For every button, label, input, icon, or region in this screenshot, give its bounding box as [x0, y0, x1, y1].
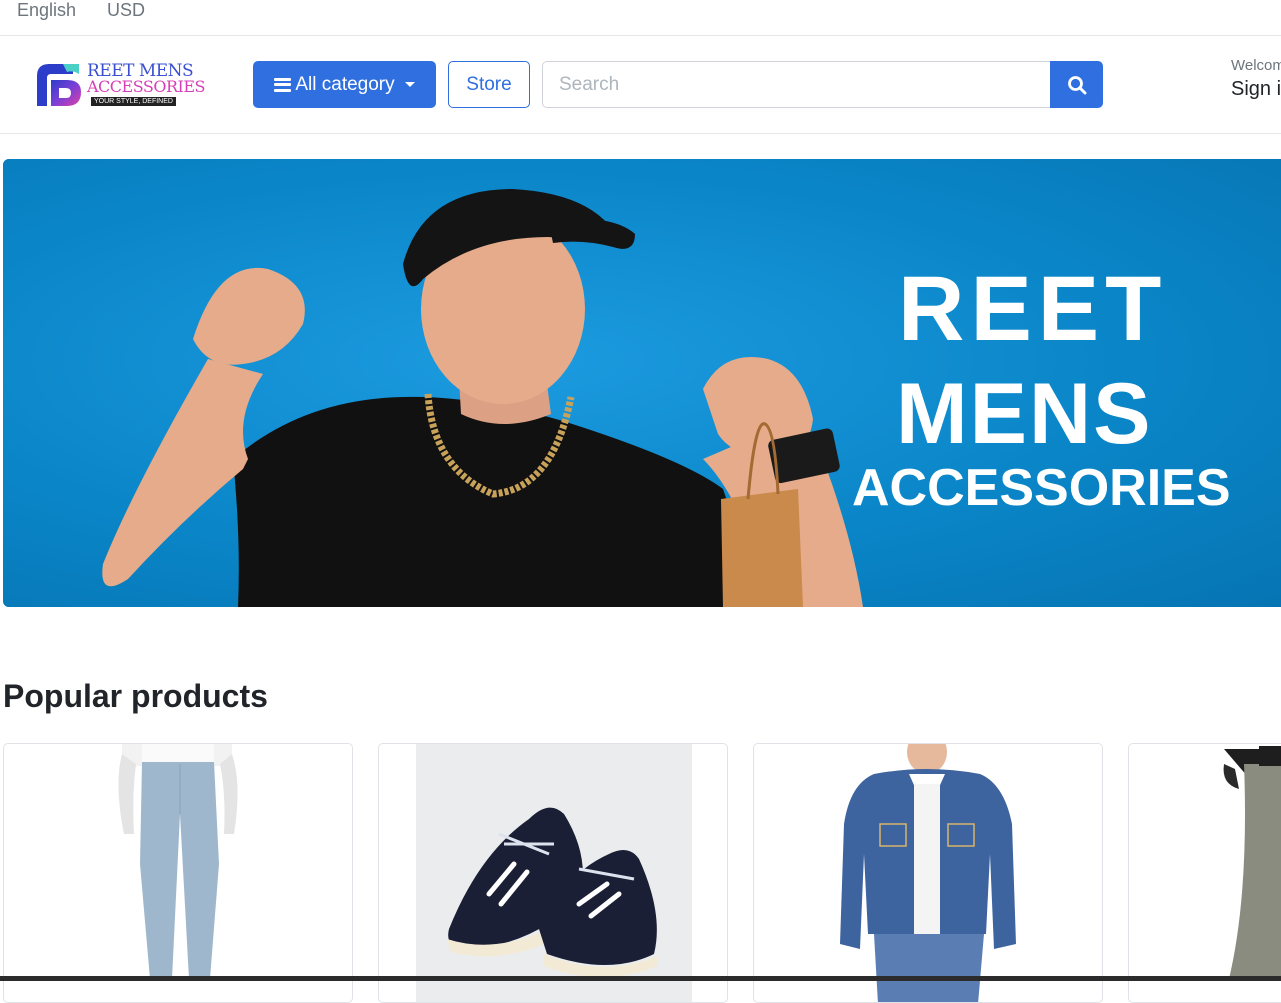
cargo-pants-image: [1223, 746, 1281, 979]
all-category-label: All category: [295, 73, 395, 95]
popular-products-heading: Popular products: [3, 678, 268, 714]
search-input[interactable]: [542, 61, 1051, 108]
welcome-text: Welcome: [1231, 57, 1281, 74]
top-bar: English USD: [0, 0, 1281, 36]
logo-tagline: YOUR STYLE, DEFINED: [91, 97, 176, 106]
black-sneakers-image: [416, 744, 692, 1002]
product-card[interactable]: [1128, 743, 1281, 1003]
menu-icon: [274, 77, 292, 92]
sign-in-link[interactable]: Sign in: [1231, 78, 1281, 101]
denim-jacket-image: [840, 744, 1016, 1002]
currency-selector[interactable]: USD: [107, 0, 145, 21]
product-card[interactable]: [3, 743, 353, 1003]
banner-title-line1: REET: [898, 258, 1168, 360]
search-button[interactable]: [1050, 61, 1103, 108]
header: REET MENS ACCESSORIES YOUR STYLE, DEFINE…: [0, 36, 1281, 134]
hero-banner[interactable]: REET MENS ACCESSORIES: [3, 159, 1281, 607]
language-selector[interactable]: English: [17, 0, 76, 21]
search-icon: [1067, 75, 1086, 94]
bottom-edge: [0, 976, 1281, 981]
product-card[interactable]: [753, 743, 1103, 1003]
store-button[interactable]: Store: [448, 61, 530, 108]
banner-title-line3: ACCESSORIES: [852, 459, 1231, 517]
light-blue-trousers-image: [118, 744, 238, 979]
site-logo[interactable]: REET MENS ACCESSORIES YOUR STYLE, DEFINE…: [33, 60, 205, 110]
logo-mark-icon: [37, 64, 81, 106]
banner-title-line2: MENS: [896, 366, 1153, 462]
all-category-button[interactable]: All category: [253, 61, 436, 108]
logo-text-line2: ACCESSORIES: [87, 77, 205, 96]
banner-model-image: [102, 189, 863, 607]
caret-down-icon: [404, 82, 415, 87]
product-card[interactable]: [378, 743, 728, 1003]
